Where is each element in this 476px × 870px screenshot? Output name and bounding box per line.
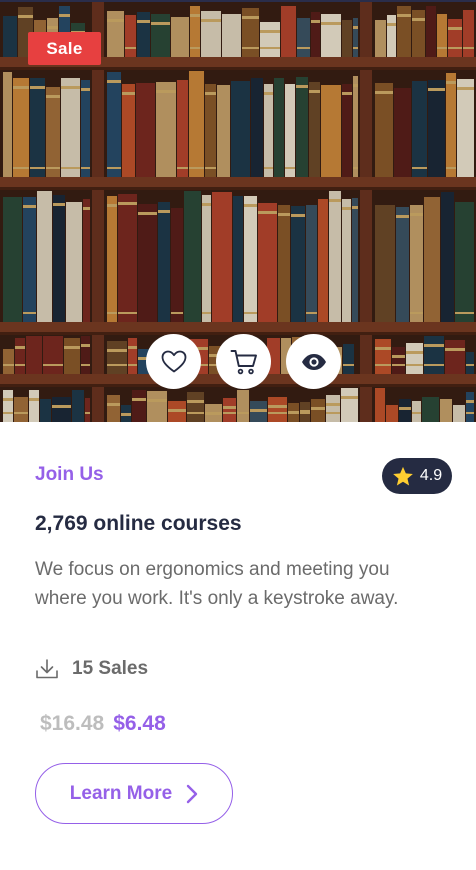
card-description: We focus on ergonomics and meeting you w…: [35, 559, 399, 609]
star-icon: [393, 466, 413, 486]
wishlist-button[interactable]: [146, 334, 201, 389]
card-title[interactable]: 2,769 online courses: [35, 512, 242, 536]
sale-badge: Sale: [28, 32, 101, 65]
add-to-cart-button[interactable]: [216, 334, 271, 389]
heart-icon: [161, 350, 186, 372]
sale-price: $6.48: [113, 712, 166, 735]
chevron-right-icon: [187, 784, 198, 803]
sales-label: 15 Sales: [72, 658, 149, 679]
category-link[interactable]: Join Us: [35, 464, 104, 486]
sales-count: 15 Sales: [35, 658, 148, 680]
price-group: $16.48 $6.48: [40, 712, 166, 736]
original-price: $16.48: [40, 712, 105, 735]
eye-icon: [301, 353, 326, 370]
quick-view-button[interactable]: [286, 334, 341, 389]
rating-value: 4.9: [419, 467, 443, 484]
download-icon: [36, 659, 58, 679]
product-image[interactable]: Sale: [0, 2, 476, 422]
learn-more-button[interactable]: Learn More: [35, 763, 233, 824]
product-card: Sale Join Us 4.9 2,769 online courses We…: [0, 0, 476, 870]
rating-badge: 4.9: [382, 458, 452, 494]
learn-more-label: Learn More: [69, 782, 173, 804]
cart-icon: [230, 349, 257, 374]
